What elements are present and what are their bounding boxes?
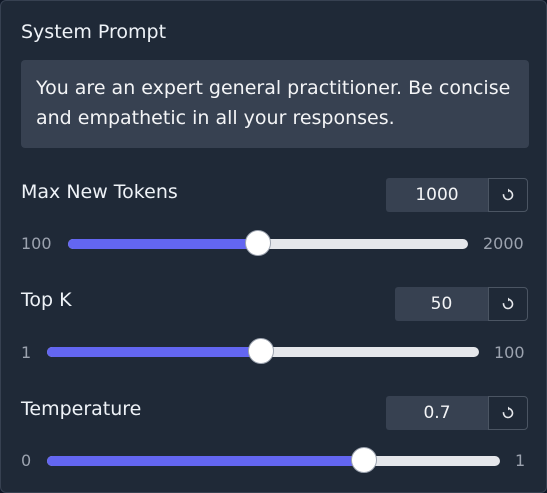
max-new-tokens-slider[interactable] — [68, 230, 468, 256]
max-new-tokens-reset-button[interactable] — [488, 178, 528, 212]
temperature-slider-thumb[interactable] — [351, 447, 378, 473]
max-new-tokens-min: 100 — [21, 234, 52, 253]
temperature-reset-button[interactable] — [488, 396, 528, 430]
max-new-tokens-input[interactable]: 1000 — [386, 178, 488, 212]
top-k-reset-button[interactable] — [488, 287, 528, 321]
max-new-tokens-number-group: 1000 — [386, 178, 528, 212]
top-k-number-group: 50 — [395, 287, 528, 321]
max-new-tokens-slider-fill — [68, 239, 258, 249]
temperature-number-group: 0.7 — [386, 396, 528, 430]
temperature-input[interactable]: 0.7 — [386, 396, 488, 430]
top-k-min: 1 — [21, 343, 32, 362]
system-prompt-label: System Prompt — [21, 21, 167, 43]
max-new-tokens-label: Max New Tokens — [21, 181, 178, 203]
temperature-min: 0 — [21, 451, 32, 470]
temperature-label: Temperature — [21, 398, 142, 420]
max-new-tokens-slider-thumb[interactable] — [244, 230, 271, 256]
temperature-slider[interactable] — [47, 447, 500, 473]
reset-icon — [502, 297, 514, 310]
reset-icon — [502, 406, 514, 419]
top-k-max: 100 — [494, 343, 525, 362]
top-k-slider-fill — [47, 347, 261, 357]
top-k-label: Top K — [21, 289, 72, 311]
max-new-tokens-max: 2000 — [483, 234, 524, 253]
top-k-input[interactable]: 50 — [395, 287, 488, 321]
top-k-slider-thumb[interactable] — [247, 338, 274, 364]
temperature-max: 1 — [515, 451, 526, 470]
top-k-slider[interactable] — [47, 338, 479, 364]
reset-icon — [502, 188, 514, 201]
temperature-slider-fill — [47, 456, 365, 466]
settings-panel: System Prompt You are an expert general … — [0, 0, 547, 493]
system-prompt-textarea[interactable]: You are an expert general practitioner. … — [21, 60, 529, 148]
